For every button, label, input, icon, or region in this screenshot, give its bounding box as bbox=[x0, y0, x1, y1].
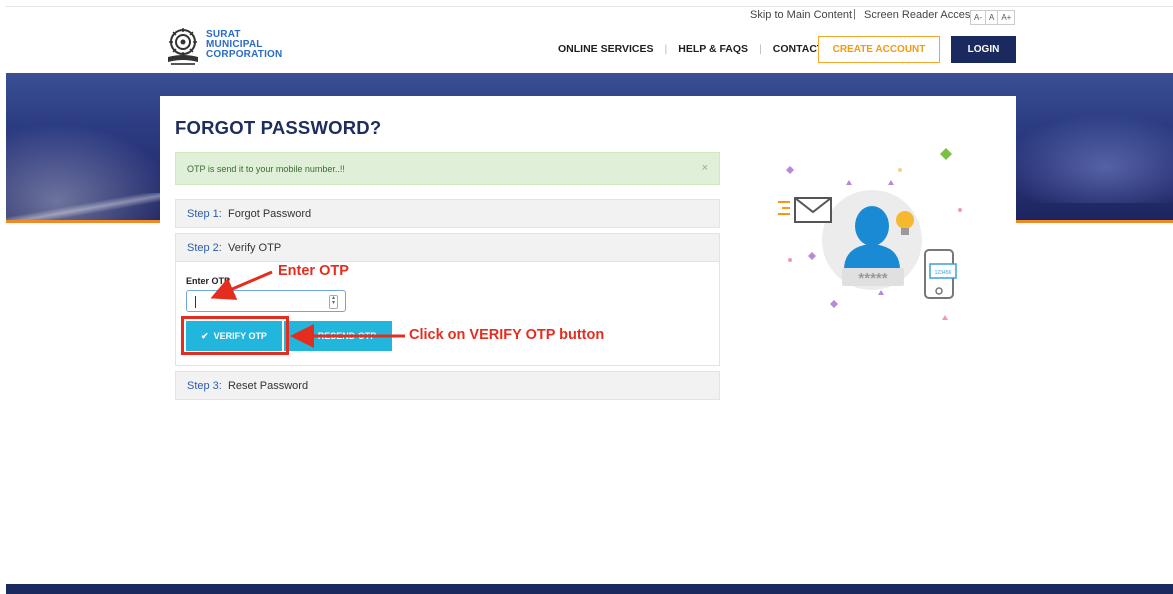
otp-illustration: ***** 123456 bbox=[778, 148, 962, 320]
font-increase-button[interactable]: A+ bbox=[997, 11, 1014, 24]
step-2-title: Step 2: Verify OTP bbox=[187, 242, 281, 254]
nav-help-faqs[interactable]: HELP & FAQS bbox=[678, 43, 748, 55]
step-3-header[interactable]: Step 3: Reset Password bbox=[175, 371, 720, 400]
resend-otp-button[interactable]: RESEND OTP bbox=[284, 321, 392, 351]
step-2-prefix: Step 2: bbox=[187, 242, 222, 254]
nav-separator: | bbox=[664, 43, 668, 55]
login-button[interactable]: LOGIN bbox=[951, 36, 1016, 63]
banner-city-lights-right bbox=[1003, 113, 1173, 203]
site-footer bbox=[6, 584, 1173, 594]
screen-reader-link[interactable]: Screen Reader Access bbox=[864, 9, 976, 21]
annotation-enter-otp: Enter OTP bbox=[278, 263, 349, 279]
number-spinner-icon[interactable]: ▴ ▾ bbox=[329, 295, 338, 309]
phone-code: 123456 bbox=[935, 270, 952, 276]
resend-otp-label: RESEND OTP bbox=[317, 331, 377, 341]
step-1-title: Step 1: Forgot Password bbox=[187, 208, 311, 220]
utility-separator: | bbox=[853, 8, 856, 20]
step-3-prefix: Step 3: bbox=[187, 380, 222, 392]
step-1-label: Forgot Password bbox=[227, 208, 312, 220]
password-mask: ***** bbox=[858, 270, 887, 287]
nav-separator: | bbox=[759, 43, 762, 55]
logo-wordmark[interactable]: SURAT MUNICIPAL CORPORATION bbox=[206, 30, 282, 60]
step-2-header[interactable]: Step 2: Verify OTP bbox=[175, 233, 720, 262]
banner-road-streak bbox=[6, 193, 176, 221]
logo-line-3: CORPORATION bbox=[206, 49, 283, 60]
alert-message: OTP is send it to your mobile number..!! bbox=[187, 164, 345, 174]
step-2-label: Verify OTP bbox=[227, 242, 282, 254]
main-nav: ONLINE SERVICES | HELP & FAQS | CONTACT bbox=[558, 43, 823, 55]
success-alert: OTP is send it to your mobile number..!!… bbox=[175, 152, 720, 185]
skip-to-content-link[interactable]: Skip to Main Content bbox=[750, 9, 852, 21]
step-3-label: Reset Password bbox=[227, 380, 309, 392]
font-normal-button[interactable]: A bbox=[985, 11, 997, 24]
nav-contact[interactable]: CONTACT bbox=[773, 43, 824, 55]
smc-seal-icon[interactable] bbox=[165, 27, 201, 67]
text-caret bbox=[195, 296, 196, 308]
top-edge-line bbox=[6, 6, 1173, 7]
page-title: FORGOT PASSWORD? bbox=[175, 117, 382, 138]
annotation-highlight-box bbox=[181, 316, 289, 355]
alert-close-icon[interactable]: × bbox=[702, 162, 708, 174]
font-decrease-button[interactable]: A- bbox=[971, 11, 985, 24]
create-account-button[interactable]: CREATE ACCOUNT bbox=[818, 36, 940, 63]
site-header: SURAT MUNICIPAL CORPORATION ONLINE SERVI… bbox=[0, 27, 1173, 72]
step-1-header[interactable]: Step 1: Forgot Password bbox=[175, 199, 720, 228]
step-1-prefix: Step 1: bbox=[187, 208, 222, 220]
nav-online-services[interactable]: ONLINE SERVICES bbox=[558, 43, 654, 55]
step-3-title: Step 3: Reset Password bbox=[187, 380, 308, 392]
otp-input[interactable]: ▴ ▾ bbox=[186, 290, 346, 312]
font-size-controls: A- A A+ bbox=[970, 10, 1016, 25]
annotation-click-verify: Click on VERIFY OTP button bbox=[409, 327, 605, 343]
utility-bar: Skip to Main Content | Screen Reader Acc… bbox=[0, 8, 1173, 26]
otp-label: Enter OTP bbox=[186, 276, 231, 286]
